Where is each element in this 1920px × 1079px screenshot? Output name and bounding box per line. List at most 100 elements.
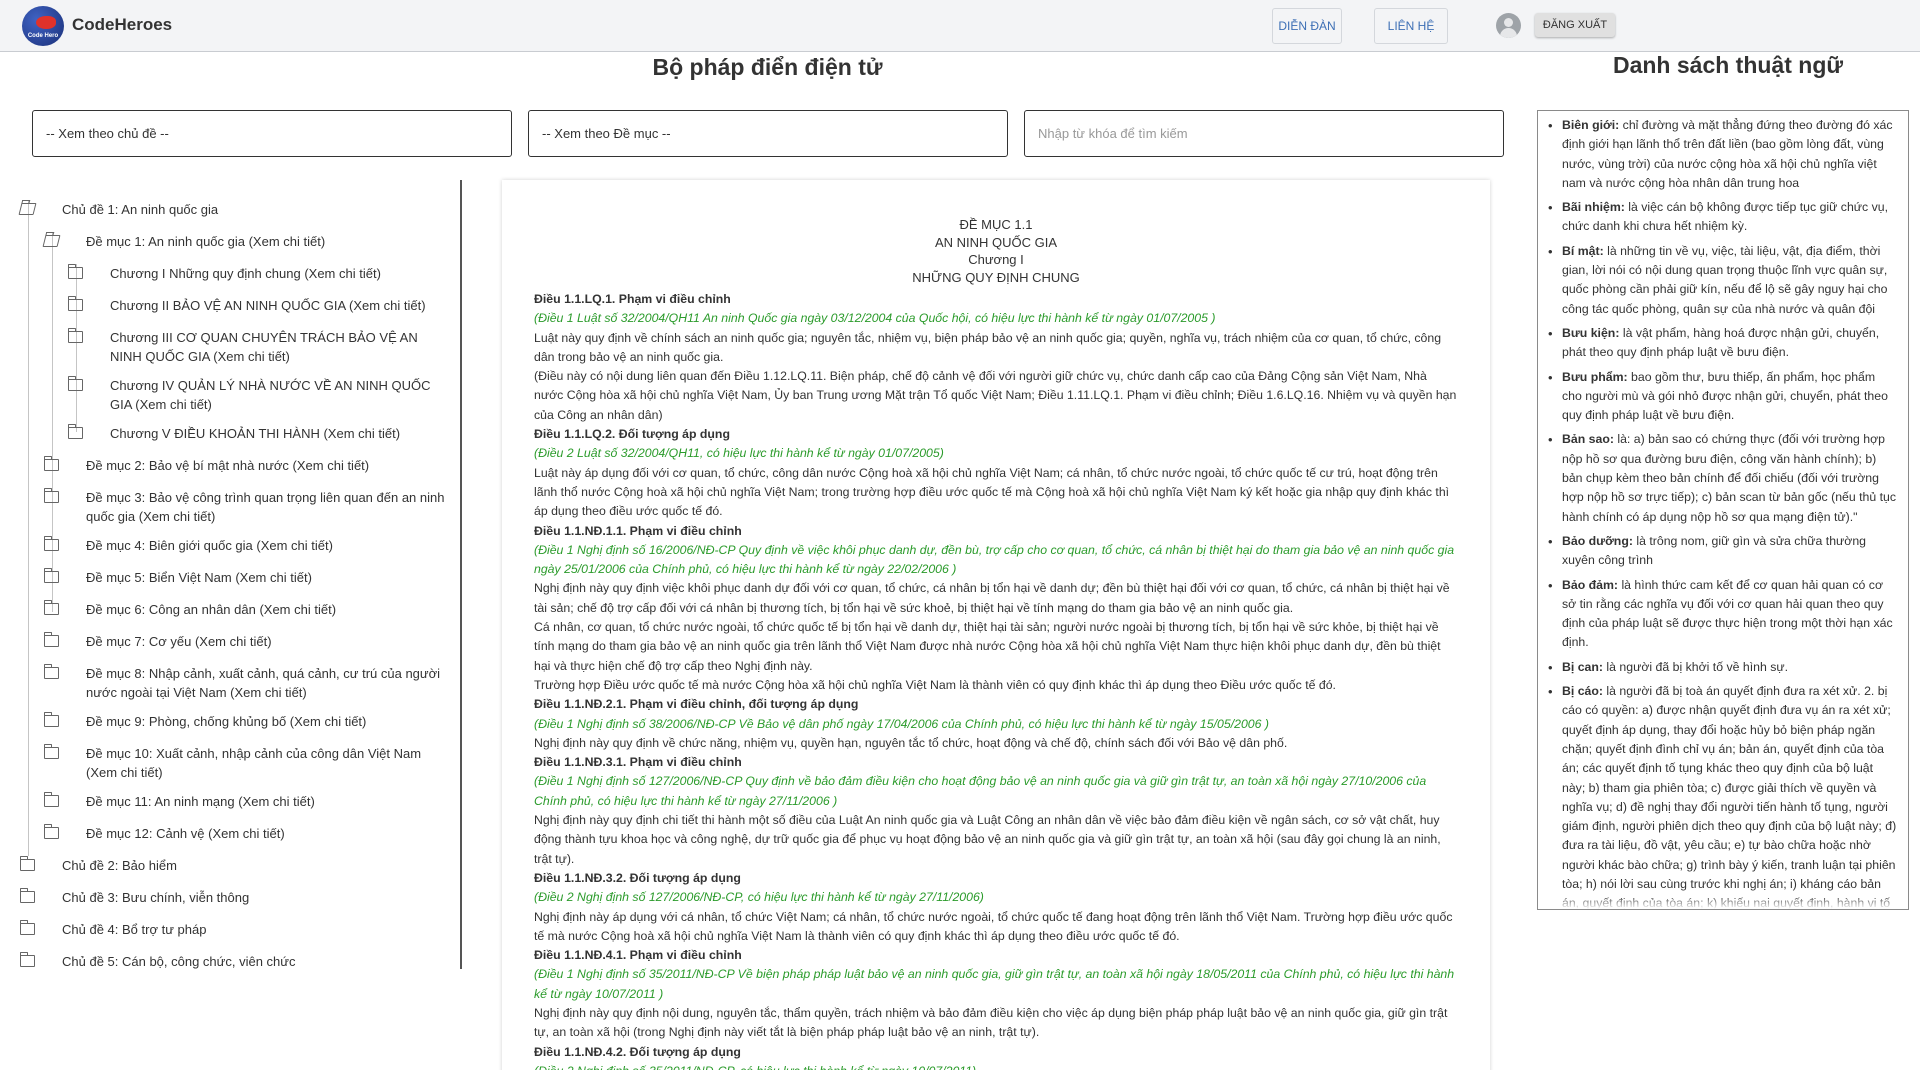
document-heading: ĐỀ MỤC 1.1 AN NINH QUỐC GIA Chương I NHỮNG … [534, 216, 1458, 286]
tree-node-label: Đề mục 4: Biên giới quốc gia (Xem chi ti… [86, 538, 333, 553]
article-paragraph: Nghị định này quy định về chức năng, nhi… [534, 735, 1288, 750]
article-heading: Điều 1.1.NĐ.4.2. Đối tượng áp dụng [534, 1044, 741, 1059]
glossary-item: Bí mật: là những tin về vụ, việc, tài li… [1546, 242, 1898, 319]
article-source[interactable]: (Điều 1 Nghị định số 38/2006/NĐ-CP Về Bả… [534, 715, 1458, 734]
glossary-item: Bảo dưỡng: là trông nom, giữ gìn và sửa … [1546, 532, 1898, 571]
page-title: Bộ pháp điển điện tử [652, 54, 883, 80]
article-paragraph: (Điều này có nội dung liên quan đến Điều… [534, 369, 1457, 422]
tree-node-label: Đề mục 5: Biển Việt Nam (Xem chi tiết) [86, 570, 312, 585]
folder-open-icon [18, 203, 37, 215]
tree-node-label: Đề mục 8: Nhập cảnh, xuất cảnh, quá cảnh… [86, 666, 441, 700]
article-source[interactable]: (Điều 1 Nghị định số 35/2011/NĐ-CP Về bi… [534, 965, 1458, 1004]
glossary-term: Bị cáo: [1562, 684, 1603, 699]
user-avatar-icon[interactable] [1496, 13, 1521, 38]
article-heading: Điều 1.1.NĐ.3.2. Đối tượng áp dụng [534, 870, 741, 885]
brand-name[interactable]: CodeHeroes [72, 15, 172, 35]
glossary-item: Bãi nhiệm: là việc cán bộ không được tiế… [1546, 198, 1898, 237]
glossary-item: Biên giới: chỉ đường và mặt thẳng đứng t… [1546, 116, 1898, 193]
folder-icon [44, 712, 59, 727]
folder-icon [20, 856, 35, 871]
folder-icon [44, 744, 59, 759]
nav-contact-button[interactable]: LIÊN HỆ [1374, 8, 1448, 44]
folder-icon [68, 424, 83, 439]
folder-icon [20, 920, 35, 935]
folder-icon [68, 376, 83, 391]
glossary-definition: là người đã bị khởi tố về hình sự. [1603, 659, 1789, 674]
tree-node-label: Đề mục 6: Công an nhân dân (Xem chi tiết… [86, 602, 337, 617]
logo-mark [36, 16, 56, 29]
glossary-term: Bị can: [1562, 659, 1603, 674]
glossary-term: Bí mật: [1562, 243, 1604, 258]
nav-forum-button[interactable]: DIỄN ĐÀN [1272, 8, 1342, 44]
article-source[interactable]: (Điều 1 Nghị định số 127/2006/NĐ-CP Quy … [534, 772, 1458, 811]
folder-icon [44, 536, 59, 551]
logout-button[interactable]: ĐĂNG XUẤT [1535, 13, 1615, 37]
tree-node-label: Đề mục 7: Cơ yếu (Xem chi tiết) [86, 634, 272, 649]
glossary-title: Danh sách thuật ngữ [1612, 52, 1844, 78]
tree-node-label: Chủ đề 3: Bưu chính, viễn thông [62, 890, 250, 905]
document-content: ĐỀ MỤC 1.1 AN NINH QUỐC GIA Chương I NHỮNG … [502, 180, 1490, 1070]
folder-icon [44, 456, 59, 471]
folder-icon [44, 824, 59, 839]
folder-icon [68, 264, 83, 279]
tree-node-label: Đề mục 9: Phòng, chống khủng bố (Xem chi… [86, 714, 367, 729]
document-heading-line: AN NINH QUỐC GIA [934, 234, 1058, 250]
glossary-term: Bản sao: [1562, 432, 1614, 447]
topic-select[interactable]: -- Xem theo chủ đề -- [32, 110, 512, 157]
glossary-term: Bưu kiện: [1562, 325, 1620, 340]
glossary-term: Bãi nhiệm: [1562, 200, 1625, 215]
logo-text: Code Hero [27, 33, 59, 39]
article-paragraph: Luật này áp dụng đối với cơ quan, tổ chứ… [534, 465, 1450, 519]
article-paragraph: Nghị định này quy định chi tiết thi hành… [534, 813, 1441, 866]
article-source[interactable]: (Điều 2 Luật số 32/2004/QH11, có hiệu lự… [534, 444, 1458, 463]
tree-node-label: Đề mục 11: An ninh mạng (Xem chi tiết) [86, 794, 315, 809]
article-heading: Điều 1.1.NĐ.1.1. Phạm vi điều chỉnh [534, 523, 742, 538]
folder-icon [44, 632, 59, 647]
glossary-definition: là người đã bị toà án quyết định đưa ra … [1562, 684, 1897, 909]
tree-node-label: Đề mục 1: An ninh quốc gia (Xem chi tiết… [86, 234, 326, 249]
tree-node-label: Chủ đề 1: An ninh quốc gia [62, 202, 219, 217]
section-select[interactable]: -- Xem theo Đề mục -- [528, 110, 1008, 157]
glossary-panel: Biên giới: chỉ đường và mặt thẳng đứng t… [1536, 110, 1920, 910]
tree-node-label: Đề mục 3: Bảo vệ công trình quan trọng l… [86, 490, 445, 524]
article-source[interactable]: (Điều 2 Nghị định số 127/2006/NĐ-CP, có … [534, 888, 1458, 907]
folder-icon [44, 664, 59, 679]
folder-icon [44, 488, 59, 503]
tree-node-label: Chủ đề 2: Bảo hiểm [62, 858, 177, 873]
folder-icon [44, 792, 59, 807]
article-source[interactable]: (Điều 2 Nghị định số 35/2011/NĐ-CP, có h… [534, 1062, 1458, 1070]
document-heading-line: NHỮNG QUY ĐỊNH CHUNG [912, 269, 1080, 285]
glossary-item: Bưu phẩm: bao gồm thư, bưu thiếp, ấn phẩ… [1546, 368, 1898, 426]
glossary-item: Bưu kiện: là vật phẩm, hàng hoá được nhậ… [1546, 324, 1898, 363]
glossary-term: Bảo dưỡng: [1562, 533, 1633, 548]
tree-node-label: Chương I Những quy định chung (Xem chi t… [110, 266, 381, 281]
top-navbar: Code Hero CodeHeroes DIỄN ĐÀN LIÊN HỆ ĐĂ… [0, 0, 1920, 52]
folder-icon [20, 952, 35, 967]
tree-node-label: Đề mục 2: Bảo vệ bí mật nhà nước (Xem ch… [86, 458, 370, 473]
article-heading: Điều 1.1.LQ.1. Phạm vi điều chỉnh [534, 292, 731, 306]
article-paragraph: Nghị định này áp dụng với cá nhân, tổ ch… [534, 909, 1453, 943]
article-source[interactable]: (Điều 1 Luật số 32/2004/QH11 An ninh Quố… [534, 309, 1458, 328]
tree-node-label: Chương V ĐIỀU KHOẢN THI HÀNH (Xem chi ti… [110, 426, 401, 441]
folder-icon [68, 296, 83, 311]
document-heading-line: Chương I [968, 252, 1024, 267]
search-input[interactable]: Nhập từ khóa để tìm kiếm [1024, 110, 1504, 157]
glossary-definition: là những tin về vụ, việc, tài liệu, vật,… [1562, 243, 1888, 316]
article-heading: Điều 1.1.LQ.2. Đối tượng áp dụng [534, 427, 730, 442]
article-heading: Điều 1.1.NĐ.3.1. Phạm vi điều chỉnh [534, 755, 742, 770]
tree-node-label: Chủ đề 4: Bổ trợ tư pháp [62, 922, 207, 937]
glossary-item: Bị cáo: là người đã bị toà án quyết định… [1546, 682, 1898, 909]
folder-icon [20, 888, 35, 903]
glossary-list-box[interactable]: Biên giới: chỉ đường và mặt thẳng đứng t… [1537, 110, 1909, 910]
folder-icon [44, 568, 59, 583]
folder-icon [68, 328, 83, 343]
tree-node-label: Chủ đề 5: Cán bộ, công chức, viên chức [62, 954, 296, 969]
codeheroes-logo[interactable]: Code Hero [22, 6, 64, 46]
article-paragraph: Nghị định này quy định việc khôi phục da… [534, 581, 1450, 615]
article-source[interactable]: (Điều 1 Nghị định số 16/2006/NĐ-CP Quy đ… [534, 541, 1458, 580]
folder-open-icon [42, 235, 61, 247]
tree-node-label: Đề mục 10: Xuất cảnh, nhập cảnh của công… [86, 746, 422, 780]
topic-tree: Chủ đề 1: An ninh quốc gia Đề mục 1: An n… [0, 180, 462, 969]
tree-node-label: Chương II BẢO VỆ AN NINH QUỐC GIA (Xem c… [110, 298, 426, 313]
article-heading: Điều 1.1.NĐ.4.1. Phạm vi điều chỉnh [534, 948, 742, 963]
